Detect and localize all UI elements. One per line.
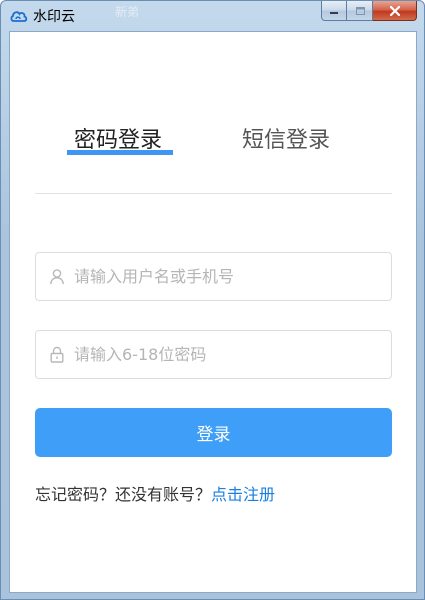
account-links: 忘记密码？还没有账号？点击注册 — [35, 484, 275, 506]
window-controls — [321, 1, 417, 22]
app-window: 水印云 新弟 密码登录 短信登录 请输入用户名或手机号 登录 忘记密码？还没有账… — [0, 0, 425, 600]
password-input[interactable] — [74, 331, 379, 378]
close-button[interactable] — [373, 1, 417, 21]
maximize-button[interactable] — [347, 1, 373, 21]
window-ghost-title: 新弟 — [115, 5, 140, 19]
close-icon — [389, 5, 400, 16]
title-bar[interactable]: 水印云 新弟 — [1, 1, 424, 31]
window-title: 水印云 — [33, 9, 75, 25]
minimize-icon — [330, 11, 338, 14]
forgot-password-link[interactable]: 忘记密码？ — [35, 485, 115, 504]
login-panel: 密码登录 短信登录 登录 忘记密码？还没有账号？点击注册 — [9, 31, 417, 593]
tab-sms-login[interactable]: 短信登录 — [242, 126, 330, 156]
divider — [35, 193, 392, 194]
lock-icon — [50, 346, 64, 363]
minimize-button[interactable] — [321, 1, 347, 21]
no-account-text: 还没有账号？ — [115, 485, 212, 504]
username-field[interactable] — [35, 252, 392, 301]
cloud-logo-icon — [10, 11, 28, 22]
active-tab-indicator — [67, 150, 173, 155]
user-icon — [50, 269, 64, 285]
password-field[interactable] — [35, 330, 392, 379]
username-input[interactable] — [74, 253, 379, 300]
register-link[interactable]: 点击注册 — [211, 485, 275, 504]
login-button[interactable]: 登录 — [35, 408, 392, 457]
maximize-icon — [355, 6, 365, 15]
